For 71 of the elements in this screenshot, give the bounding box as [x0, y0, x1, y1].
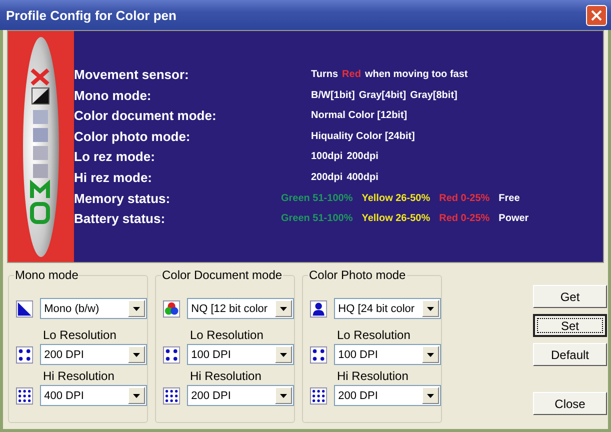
setting-label: Hi rez mode: [74, 168, 154, 187]
status-legend-text: Red 0-25% [439, 192, 490, 206]
dropdown-arrow-icon [280, 352, 287, 356]
close-icon [591, 10, 602, 20]
nine-dots-icon [16, 386, 34, 404]
dialog-button[interactable]: Close [533, 392, 607, 415]
dropdown[interactable]: NQ [12 bit color [187, 298, 294, 319]
status-legend-text: Power [498, 212, 529, 226]
setting-value: Turns [311, 68, 338, 82]
setting-value: Normal Color [12bit] [311, 109, 408, 124]
setting-value: Hiquality Color [24bit] [311, 130, 415, 144]
dropdown-arrow-icon [133, 352, 140, 356]
field-label: Lo Resolution [43, 328, 116, 342]
person-icon [310, 300, 328, 318]
setting-label: Color document mode: [74, 107, 218, 126]
nine-dots-icon [310, 386, 328, 404]
status-legend-text: Free [498, 192, 520, 206]
color-circles-icon [163, 300, 180, 318]
dropdown-arrow-icon [427, 306, 434, 310]
setting-value: Gray[8bit] [410, 88, 458, 103]
dropdown-arrow-icon [427, 352, 434, 356]
group-title: Color Photo mode [308, 268, 407, 282]
dropdown[interactable]: 200 DPI [187, 385, 294, 406]
setting-value: 400dpi [346, 170, 378, 185]
group-title: Mono mode [14, 268, 80, 282]
dropdown-arrow-icon [133, 394, 140, 398]
setting-value: 200dpi [346, 150, 378, 164]
dropdown[interactable]: 200 DPI [334, 385, 441, 406]
field-label: Hi Resolution [337, 369, 408, 383]
setting-label: Battery status: [74, 210, 166, 228]
group-title: Color Document mode [161, 268, 284, 282]
dropdown-arrow-icon [280, 306, 287, 310]
dialog-button[interactable]: Set [533, 314, 607, 337]
dropdown[interactable]: 100 DPI [334, 344, 441, 365]
field-label: Lo Resolution [190, 328, 264, 342]
status-legend-text: Yellow 26-50% [362, 212, 430, 226]
status-legend-text: Red 0-25% [439, 212, 490, 226]
dropdown[interactable]: 100 DPI [187, 344, 294, 365]
dropdown-arrow-icon [427, 394, 434, 398]
setting-value: Red [342, 68, 361, 82]
dialog-button[interactable]: Get [533, 285, 607, 308]
status-legend-text: Green 51-100% [281, 212, 353, 226]
setting-label: Memory status: [74, 190, 172, 208]
dropdown[interactable]: HQ [24 bit color [334, 298, 441, 319]
field-label: Hi Resolution [43, 369, 114, 383]
four-dots-icon [163, 346, 180, 364]
field-label: Hi Resolution [190, 369, 262, 383]
nine-dots-icon [163, 386, 180, 404]
setting-label: Lo rez mode: [74, 148, 156, 166]
dropdown-arrow-icon [133, 306, 140, 310]
triangle-icon [16, 300, 34, 318]
setting-label: Movement sensor: [74, 66, 190, 84]
dropdown[interactable]: 400 DPI [40, 385, 147, 406]
close-button[interactable] [586, 4, 607, 26]
setting-value: 100dpi [311, 150, 343, 164]
status-legend-text: Yellow 26-50% [362, 192, 430, 206]
dialog-button[interactable]: Default [533, 343, 607, 366]
dropdown[interactable]: 200 DPI [40, 344, 147, 365]
dropdown-arrow-icon [280, 394, 287, 398]
setting-label: Mono mode: [74, 86, 152, 105]
setting-value: 200dpi [311, 170, 343, 185]
setting-value: B/W[1bit] [311, 88, 355, 103]
four-dots-icon [310, 346, 328, 364]
setting-label: Color photo mode: [74, 128, 192, 146]
setting-value: Gray[4bit] [358, 88, 406, 103]
dropdown[interactable]: Mono (b/w) [40, 298, 147, 319]
four-dots-icon [16, 346, 34, 364]
window-title: Profile Config for Color pen [6, 8, 176, 22]
status-legend-text: Green 51-100% [281, 192, 353, 206]
field-label: Lo Resolution [337, 328, 410, 342]
setting-value: when moving too fast [364, 68, 468, 82]
